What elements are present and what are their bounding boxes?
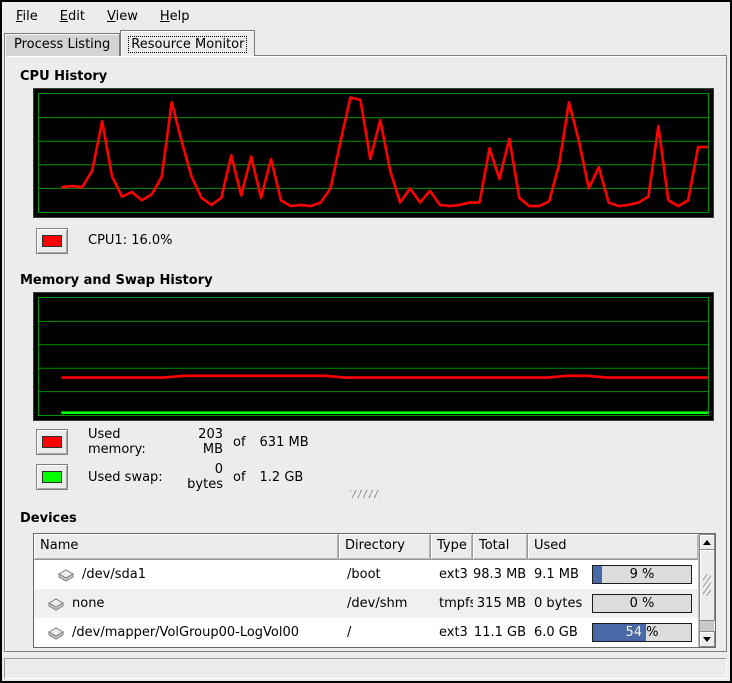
cpu-history-title: CPU History	[20, 69, 107, 84]
used-swap-legend: Used swap: 0 bytes of 1.2 GB	[88, 464, 303, 490]
usage-bar: 0 % 0 %	[592, 594, 692, 613]
used-swap-total: 1.2 GB	[260, 470, 304, 485]
disk-icon	[46, 626, 66, 640]
device-directory: /dev/shm	[339, 596, 431, 611]
arrow-down-icon	[703, 637, 711, 642]
cpu1-color-chip	[42, 235, 62, 247]
system-monitor-window: File Edit View Help Process Listing Reso…	[0, 0, 732, 683]
device-used: 6.0 GB	[528, 625, 578, 640]
disk-icon	[56, 568, 76, 582]
cpu1-legend-label: CPU1: 16.0%	[88, 228, 173, 254]
tab-process-listing-label: Process Listing	[14, 37, 110, 52]
scrollbar-trough[interactable]	[699, 621, 715, 631]
arrow-up-icon	[703, 540, 711, 545]
usage-bar: 9 % 9 %	[592, 565, 692, 584]
table-row[interactable]: /dev/mapper/VolGroup00-LogVol00 / ext3 1…	[34, 618, 698, 647]
tab-resource-monitor[interactable]: Resource Monitor	[120, 30, 255, 56]
device-name: /dev/sda1	[82, 567, 146, 582]
devices-title: Devices	[20, 511, 77, 526]
column-header-name[interactable]: Name	[34, 534, 339, 560]
used-swap-color-chip	[42, 471, 62, 483]
used-swap-value: 0 bytes	[176, 462, 223, 492]
used-memory-legend: Used memory: 203 MB of 631 MB	[88, 429, 309, 455]
column-header-directory[interactable]: Directory	[339, 534, 431, 560]
used-swap-color-button[interactable]	[36, 464, 68, 490]
used-memory-total: 631 MB	[260, 435, 309, 450]
disk-icon	[46, 597, 66, 611]
menu-file[interactable]: File	[5, 5, 49, 28]
memory-history-chart	[33, 292, 714, 421]
usage-percent-label: 9 %	[630, 567, 655, 582]
devices-table: Name Directory Type Total Used /dev/sda1…	[33, 533, 716, 648]
device-type: ext3	[431, 625, 473, 640]
devices-table-header: Name Directory Type Total Used	[34, 534, 698, 560]
used-swap-label: Used swap:	[88, 470, 176, 485]
device-used: 0 bytes	[528, 596, 582, 611]
device-total: 98.3 MB	[473, 567, 528, 582]
menu-view[interactable]: View	[96, 5, 149, 28]
usage-percent-label: 0 %	[630, 596, 655, 611]
menubar: File Edit View Help	[3, 3, 729, 29]
menu-help[interactable]: Help	[149, 5, 201, 28]
column-header-type[interactable]: Type	[431, 534, 473, 560]
scrollbar-grip-icon	[703, 574, 711, 596]
device-directory: /	[339, 625, 431, 640]
tab-bar: Process Listing Resource Monitor	[4, 30, 255, 56]
used-memory-value: 203 MB	[176, 427, 223, 457]
device-used: 9.1 MB	[528, 567, 579, 582]
cpu-history-plot	[39, 94, 708, 212]
memory-history-plot	[39, 298, 708, 415]
device-name: /dev/mapper/VolGroup00-LogVol00	[72, 625, 299, 640]
tab-process-listing[interactable]: Process Listing	[4, 33, 120, 56]
menu-edit[interactable]: Edit	[49, 5, 96, 28]
table-row[interactable]: /dev/sda1 /boot ext3 98.3 MB 9.1 MB 9 % …	[34, 560, 698, 589]
usage-bar: 54 % 54 %	[592, 623, 692, 642]
device-type: tmpfs	[431, 596, 473, 611]
cpu1-color-button[interactable]	[36, 228, 68, 254]
tab-resource-monitor-label: Resource Monitor	[131, 37, 244, 52]
used-memory-color-chip	[42, 436, 62, 448]
used-memory-color-button[interactable]	[36, 429, 68, 455]
device-directory: /boot	[339, 567, 431, 582]
status-bar	[4, 658, 727, 679]
used-swap-of: of	[233, 470, 246, 485]
used-memory-of: of	[233, 435, 246, 450]
scrollbar-thumb[interactable]	[699, 550, 715, 621]
memory-history-title: Memory and Swap History	[20, 273, 213, 288]
column-header-total[interactable]: Total	[473, 534, 528, 560]
used-memory-label: Used memory:	[88, 427, 176, 457]
device-name: none	[72, 596, 104, 611]
column-header-used[interactable]: Used	[528, 534, 698, 560]
device-total: 315 MB	[473, 596, 528, 611]
device-type: ext3	[431, 567, 473, 582]
cpu-history-chart	[33, 88, 714, 218]
device-total: 11.1 GB	[473, 625, 528, 640]
pane-resize-grip[interactable]	[350, 490, 380, 498]
table-row[interactable]: none /dev/shm tmpfs 315 MB 0 bytes 0 % 0…	[34, 589, 698, 618]
vertical-scrollbar[interactable]	[698, 534, 715, 647]
scroll-up-button[interactable]	[699, 534, 715, 550]
scroll-down-button[interactable]	[699, 631, 715, 647]
